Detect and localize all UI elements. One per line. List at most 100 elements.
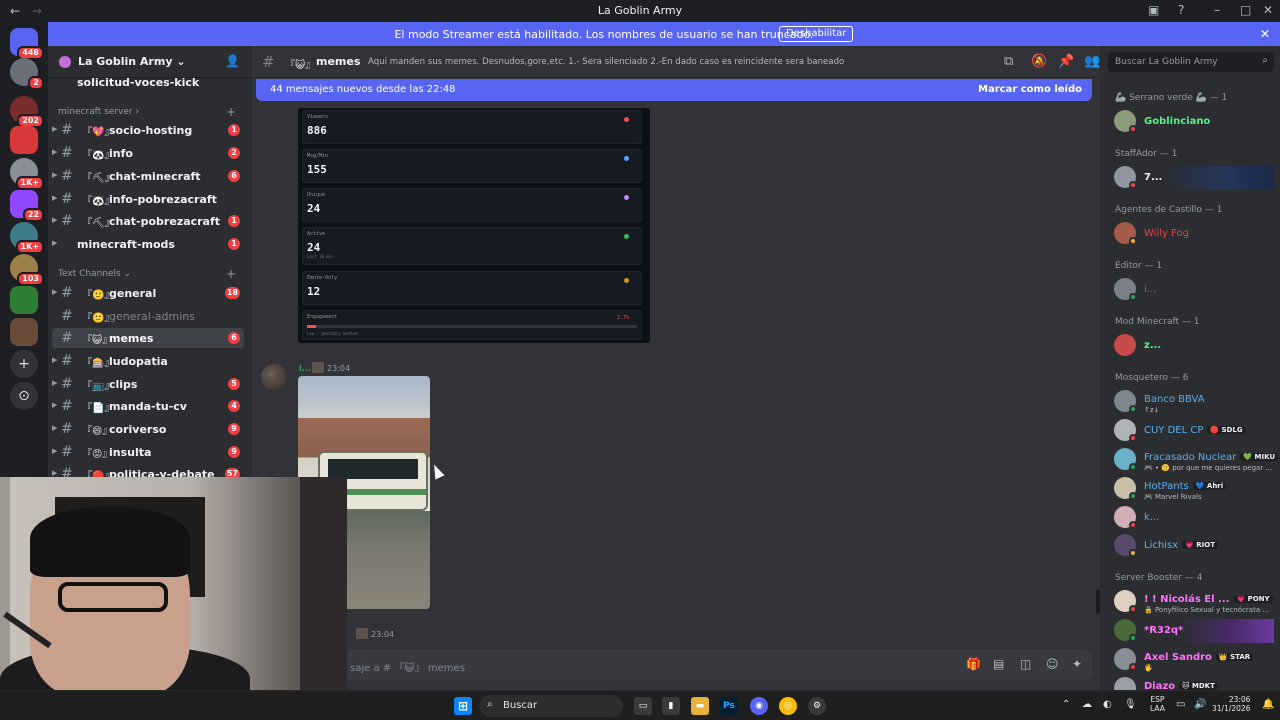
member-list-icon[interactable]: 👥 — [1084, 54, 1100, 69]
channel-item[interactable]: ▶ # 『💖』 socio-hosting 1 — [52, 120, 244, 140]
maximize-icon[interactable]: □ — [1240, 3, 1251, 17]
input-language[interactable]: ESP LAA — [1150, 695, 1165, 713]
member-name-with-tag: CUY DEL CP 🔴 SDLG — [1144, 425, 1246, 436]
channel-item[interactable]: ▶ # 『⛏』 chat-minecraft 6 — [52, 166, 244, 186]
notifications-icon[interactable]: 🔔 — [1262, 699, 1274, 710]
member-item[interactable]: Diazo 🐱 MDKT — [1114, 677, 1274, 690]
tray-app-icon[interactable]: ◐ — [1103, 699, 1112, 710]
channel-item[interactable]: ▶ # 『😄』 coriverso 9 — [52, 419, 244, 439]
taskbar-search[interactable]: ⌕ Buscar — [479, 695, 623, 717]
server-icon[interactable] — [10, 286, 38, 314]
photoshop-icon[interactable]: Ps — [720, 697, 738, 715]
member-item[interactable]: z... — [1114, 334, 1274, 358]
discover-icon[interactable]: ⊙ — [10, 382, 38, 410]
inbox-icon[interactable]: ▣ — [1148, 3, 1159, 17]
create-channel-icon[interactable]: + — [226, 105, 236, 119]
member-item[interactable]: *R32q* — [1114, 619, 1274, 643]
channel-item[interactable]: # 『🙂』 general-admins — [52, 306, 244, 326]
status-online — [1129, 405, 1137, 413]
server-icon[interactable]: 1K+ — [10, 222, 44, 254]
app-icon[interactable]: ⚙ — [808, 697, 826, 715]
create-channel-icon[interactable]: + — [226, 267, 236, 281]
channel-item[interactable]: ▶ # 『📺』 clips 5 — [52, 374, 244, 394]
chrome-icon[interactable]: ◎ — [779, 697, 797, 715]
stats-card-image[interactable]: Viewers 886 Msg/Min 155 Unique 24 Active… — [298, 108, 650, 343]
channel-item[interactable]: ▶ # 『🐼』 info 2 — [52, 143, 244, 163]
gif-icon[interactable]: ▤ — [993, 657, 1004, 671]
notifications-muted-icon[interactable]: 🔕 — [1031, 54, 1047, 69]
stat-sub: Low - possibly botted — [307, 331, 358, 336]
member-item[interactable]: ! ! Nicolás El ... 💗 PONY 🔒 Ponyfilico Se… — [1114, 590, 1274, 614]
member-item[interactable]: 7... — [1114, 166, 1274, 190]
emoji-icon[interactable]: ☺ — [1046, 657, 1059, 671]
server-icon[interactable]: 1K+ — [10, 158, 44, 190]
category-minecraft-server[interactable]: minecraft server › + — [58, 105, 236, 119]
server-icon[interactable]: 202 — [10, 96, 44, 128]
sticker-icon[interactable]: ◫ — [1020, 657, 1031, 671]
add-server-icon[interactable]: + — [10, 350, 38, 378]
channel-label: insulta — [109, 446, 152, 459]
discord-taskbar-icon[interactable]: ◉ — [750, 697, 768, 715]
new-messages-bar[interactable]: 44 mensajes nuevos desde las 22:48 Marca… — [256, 79, 1092, 101]
unread-indicator: ▶ — [52, 125, 58, 133]
channel-item[interactable]: ▶ # 『🙂』 general 18 — [52, 283, 244, 303]
server-icon[interactable]: 103 — [10, 254, 44, 286]
close-window-icon[interactable]: ✕ — [1263, 3, 1273, 17]
webcam-overlay — [0, 477, 347, 720]
direct-messages-icon[interactable]: 448 — [10, 28, 44, 60]
la-goblin-army-server-icon[interactable] — [10, 318, 38, 346]
file-explorer-icon[interactable]: ▬ — [691, 697, 709, 715]
app-icon[interactable]: ▮ — [662, 697, 680, 715]
microphone-icon[interactable]: 🎙 — [1124, 699, 1137, 710]
close-banner-icon[interactable]: ✕ — [1260, 27, 1270, 41]
apps-icon[interactable]: ✦ — [1072, 657, 1082, 671]
minimize-icon[interactable]: – — [1214, 3, 1220, 17]
twitch-server-icon[interactable]: 22 — [10, 190, 44, 222]
channel-topic[interactable]: Aqui manden sus memes. Desnudos,gore,etc… — [368, 57, 844, 67]
channel-item[interactable]: ▶ # 『🎰』 ludopatia — [52, 351, 244, 371]
avatar[interactable] — [261, 364, 287, 390]
mention-badge: 6 — [228, 332, 240, 344]
member-item[interactable]: Axel Sandro 👑 STAR 🖐 — [1114, 648, 1274, 672]
member-item[interactable]: k... — [1114, 506, 1274, 530]
member-item[interactable]: CUY DEL CP 🔴 SDLG — [1114, 419, 1274, 443]
channel-item[interactable]: ▶ # 『🐼』 info-pobrezacraft — [52, 189, 244, 209]
tray-chevron-icon[interactable]: ⌃ — [1062, 699, 1070, 710]
channel-item[interactable]: solicitud-voces-kick — [52, 72, 244, 92]
channel-item-selected[interactable]: # 『😺』 memes 6 — [52, 328, 244, 348]
member-item[interactable]: Lichisx 💗 RIOT — [1114, 534, 1274, 558]
message-author[interactable]: i... — [299, 364, 311, 373]
help-icon[interactable]: ? — [1178, 3, 1184, 17]
member-item[interactable]: Fracasado Nuclear 💚 MIKU 🎮 • 🙂 por que me… — [1114, 448, 1279, 472]
mention-badge: 5 — [228, 378, 240, 390]
volume-icon[interactable]: 🔊 — [1194, 699, 1206, 710]
mark-as-read-button[interactable]: Marcar como leído — [978, 84, 1082, 95]
channel-item[interactable]: ▶ minecraft-mods 1 — [52, 234, 244, 254]
server-icon[interactable] — [10, 126, 38, 154]
threads-icon[interactable]: ⧉ — [1004, 54, 1013, 69]
member-item[interactable]: i... — [1114, 278, 1274, 302]
task-view-icon[interactable]: ▭ — [634, 697, 652, 715]
clock[interactable]: 23:06 31/1/2026 — [1212, 695, 1250, 713]
windows-start-icon[interactable]: ⊞ — [454, 697, 472, 715]
tray-app-icon[interactable]: ☁ — [1082, 699, 1092, 710]
message-composer[interactable]: saje a # 『😺』 memes 🎁 ▤ ◫ ☺ ✦ — [260, 650, 1092, 680]
mention-badge: 1 — [228, 124, 240, 136]
channel-item[interactable]: ▶ # 『📄』 manda-tu-cv 4 — [52, 396, 244, 416]
mention-badge: 1 — [228, 215, 240, 227]
member-item[interactable]: Willy Fog — [1114, 222, 1274, 246]
server-icon[interactable]: 2 — [10, 58, 44, 90]
channel-item[interactable]: ▶ # 『😡』 insulta 9 — [52, 442, 244, 462]
network-icon[interactable]: ▭ — [1176, 699, 1185, 710]
channel-label: coriverso — [109, 423, 167, 436]
gift-icon[interactable]: 🎁 — [966, 657, 981, 671]
search-input[interactable]: Buscar La Goblin Army ⌕ — [1108, 52, 1274, 72]
disable-streamer-button[interactable]: Deshabilitar — [779, 26, 854, 42]
category-text-channels[interactable]: Text Channels ⌄ + — [58, 267, 236, 281]
member-item[interactable]: Goblinciano — [1114, 110, 1274, 134]
member-item[interactable]: Banco BBVA ↑z↓ — [1114, 390, 1274, 414]
member-item[interactable]: HotPants 💙 Ahri 🎮 Marvel Rivals — [1114, 477, 1274, 501]
invite-user-icon[interactable]: 👤 — [225, 54, 240, 68]
pinned-messages-icon[interactable]: 📌 — [1058, 54, 1074, 69]
channel-item[interactable]: ▶ # 『⛏』 chat-pobrezacraft 1 — [52, 211, 244, 231]
